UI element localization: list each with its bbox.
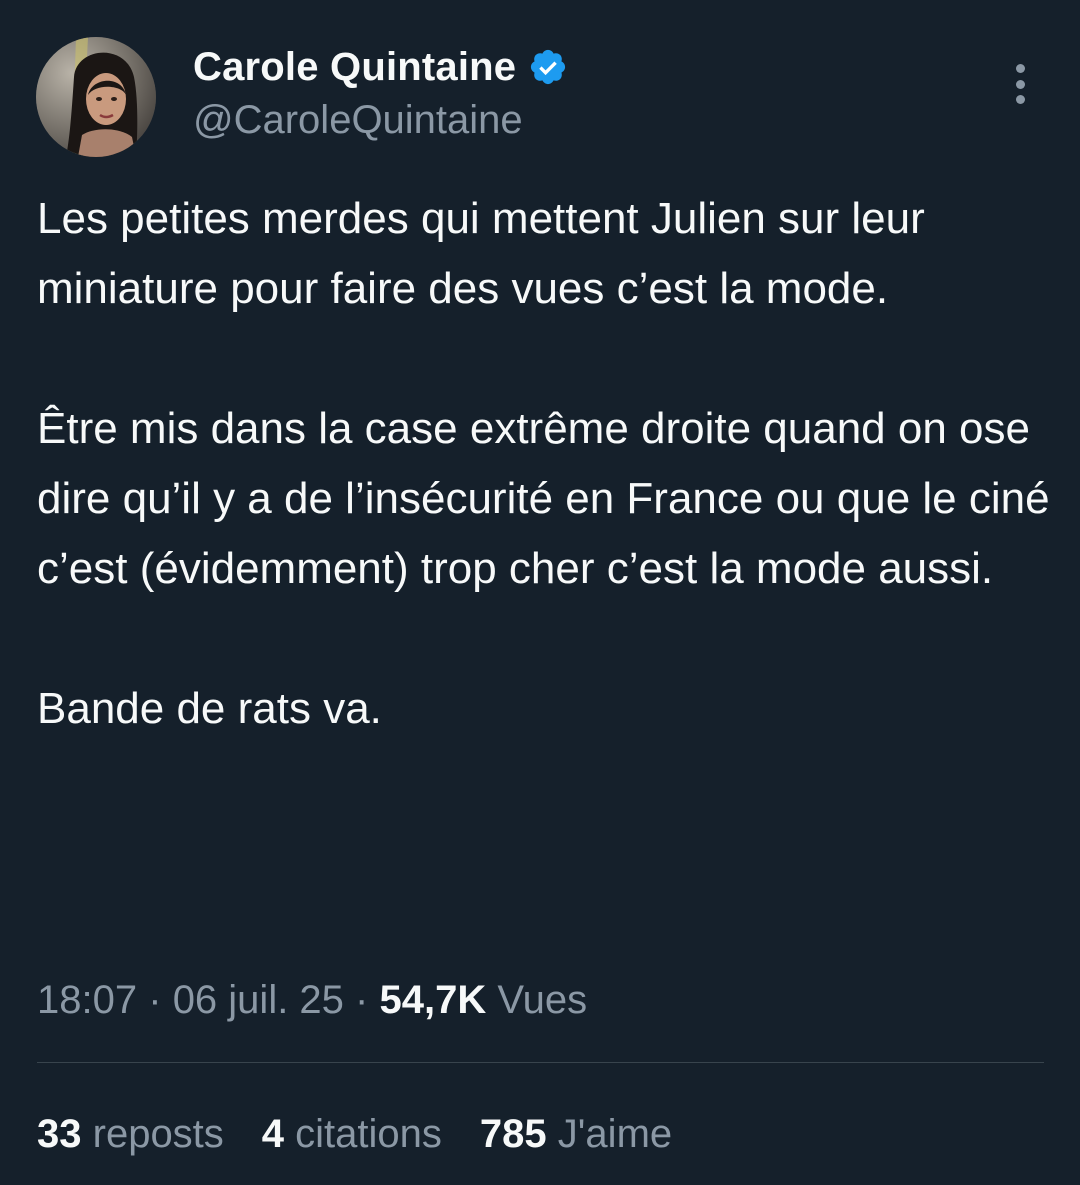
meta-separator: · (355, 978, 369, 1022)
tweet-text: Les petites merdes qui mettent Julien su… (37, 184, 1057, 744)
author-block[interactable]: Carole Quintaine @CaroleQuintaine (193, 40, 568, 143)
more-vertical-icon (1015, 64, 1025, 73)
quotes-count: 4 (261, 1112, 285, 1156)
profile-photo-icon (36, 37, 156, 157)
verified-badge-icon[interactable] (528, 47, 568, 87)
engagement-stats: 33 reposts 4 citations 785 J'aime (37, 1106, 710, 1162)
more-vertical-icon-dot (1015, 95, 1025, 104)
meta-separator: · (148, 978, 162, 1022)
more-vertical-icon-dot (1015, 79, 1025, 89)
likes-label: J'aime (557, 1112, 673, 1156)
views-count[interactable]: 54,7K (380, 978, 487, 1022)
tweet-paragraph: Les petites merdes qui mettent Julien su… (37, 194, 925, 313)
quotes-label: citations (295, 1112, 442, 1156)
name-row: Carole Quintaine (193, 40, 568, 94)
tweet-paragraph: Être mis dans la case extrême droite qua… (37, 404, 1050, 593)
divider (37, 1062, 1044, 1063)
handle[interactable]: @CaroleQuintaine (193, 98, 568, 143)
reposts-label: reposts (92, 1112, 224, 1156)
reposts-count: 33 (37, 1112, 82, 1156)
avatar[interactable] (36, 37, 156, 157)
views-label[interactable]: Vues (497, 978, 587, 1022)
likes-stat[interactable]: 785 J'aime (480, 1106, 672, 1162)
tweet-detail: Carole Quintaine @CaroleQuintaine Les pe… (0, 0, 1080, 1185)
more-options-button[interactable] (1000, 60, 1040, 108)
tweet-time[interactable]: 18:07 (37, 978, 137, 1022)
tweet-meta: 18:07 · 06 juil. 25 · 54,7K Vues (37, 972, 587, 1028)
quotes-stat[interactable]: 4 citations (262, 1106, 442, 1162)
reposts-stat[interactable]: 33 reposts (37, 1106, 224, 1162)
tweet-paragraph: Bande de rats va. (37, 684, 382, 733)
display-name[interactable]: Carole Quintaine (193, 45, 516, 90)
tweet-date[interactable]: 06 juil. 25 (173, 978, 344, 1022)
likes-count: 785 (479, 1112, 547, 1156)
